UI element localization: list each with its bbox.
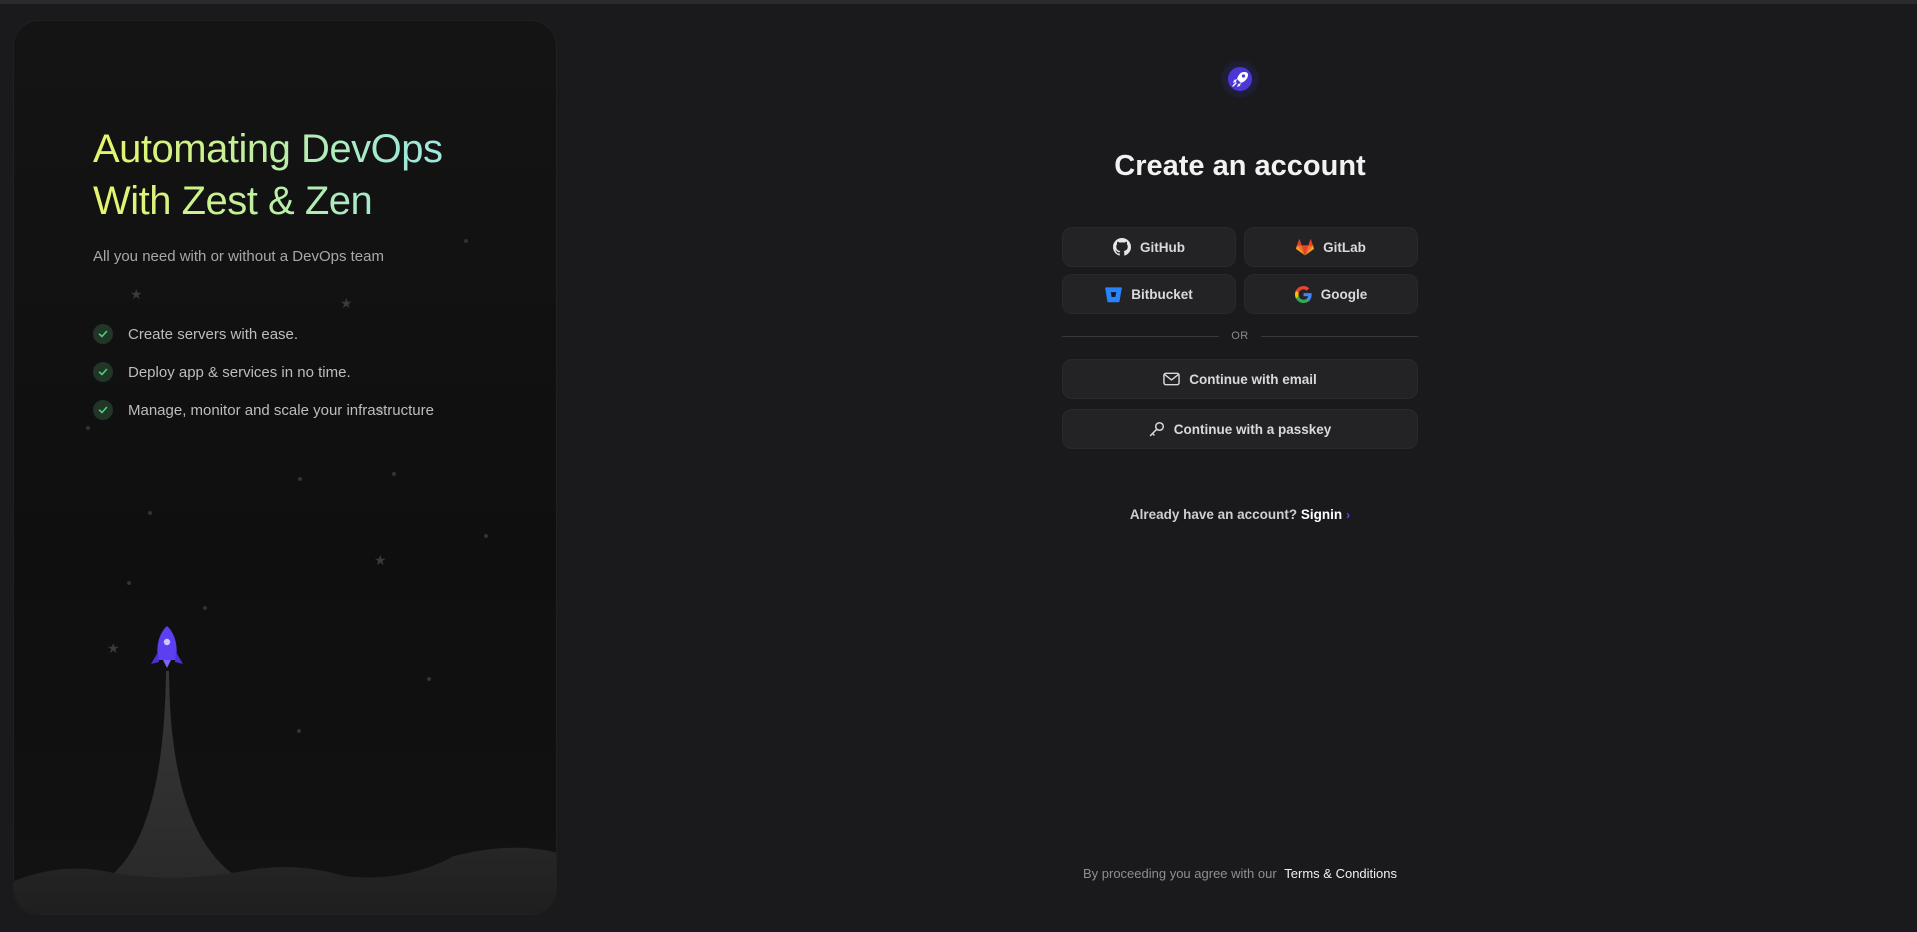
gitlab-icon (1296, 238, 1315, 255)
divider-line (1260, 335, 1418, 337)
hero-title-line-2: With Zest & Zen (93, 179, 373, 223)
rocket-icon (151, 626, 183, 668)
passkey-label: Continue with a passkey (1173, 421, 1332, 437)
hero-panel: ★ ★ ★ ★ ★ Automating DevOps With Zest & … (13, 20, 557, 915)
key-icon (1149, 421, 1164, 437)
gitlab-label: GitLab (1323, 239, 1366, 255)
check-icon (93, 400, 113, 420)
terms-notice: By proceeding you agree with our Terms &… (1032, 866, 1448, 881)
feature-text: Deploy app & services in no time. (128, 363, 351, 381)
feature-list: Create servers with ease. Deploy app & s… (93, 315, 434, 429)
page-title: Create an account (1114, 150, 1366, 182)
star-dot (392, 472, 396, 476)
star-dot (203, 606, 207, 610)
check-icon (93, 324, 113, 344)
terms-text: By proceeding you agree with our (1082, 866, 1277, 881)
continue-with-passkey-button[interactable]: Continue with a passkey (1062, 409, 1418, 449)
or-divider: OR (1062, 326, 1418, 346)
cloud-ground (14, 847, 556, 914)
rocket-logo-icon (1228, 67, 1252, 91)
github-label: GitHub (1140, 239, 1185, 255)
chevron-right-icon: › (1346, 508, 1351, 522)
star-icon: ★ (130, 286, 143, 302)
feature-item: Deploy app & services in no time. (93, 353, 434, 391)
star-dot (464, 239, 468, 243)
mail-icon (1163, 372, 1180, 386)
bitbucket-label: Bitbucket (1131, 286, 1193, 302)
already-have-account-text: Already have an account? (1129, 507, 1298, 522)
window-top-border (0, 0, 1917, 4)
feature-text: Manage, monitor and scale your infrastru… (128, 401, 434, 419)
google-label: Google (1320, 286, 1368, 302)
signin-prompt: Already have an account? Signin › (1062, 507, 1418, 522)
star-dot (427, 677, 431, 681)
star-icon: ★ (374, 552, 387, 568)
rocket-trail (104, 671, 244, 881)
check-icon (93, 362, 113, 382)
terms-link[interactable]: Terms & Conditions (1284, 866, 1397, 881)
app-logo (1221, 60, 1259, 98)
email-label: Continue with email (1189, 371, 1317, 387)
signin-link[interactable]: Signin (1301, 507, 1342, 522)
hero-title-line-1: Automating DevOps (93, 127, 443, 171)
github-icon (1113, 238, 1131, 256)
feature-item: Manage, monitor and scale your infrastru… (93, 391, 434, 429)
feature-text: Create servers with ease. (128, 325, 299, 343)
star-dot (148, 511, 152, 515)
hero-title: Automating DevOps With Zest & Zen (93, 123, 513, 227)
star-icon: ★ (107, 640, 120, 656)
or-text: OR (1231, 330, 1249, 342)
feature-item: Create servers with ease. (93, 315, 434, 353)
bitbucket-icon (1105, 286, 1123, 302)
divider-line (1062, 335, 1220, 337)
google-icon (1294, 285, 1312, 303)
star-dot (86, 426, 90, 430)
auth-panel: Create an account GitHub GitLab Bitbucke… (1062, 0, 1418, 932)
star-dot (484, 534, 488, 538)
star-icon: ★ (340, 295, 353, 311)
star-dot (297, 729, 301, 733)
gitlab-button[interactable]: GitLab (1244, 227, 1418, 267)
bitbucket-button[interactable]: Bitbucket (1062, 274, 1236, 314)
star-dot (298, 477, 302, 481)
github-button[interactable]: GitHub (1062, 227, 1236, 267)
hero-subtitle: All you need with or without a DevOps te… (93, 248, 384, 265)
star-dot (127, 581, 131, 585)
continue-with-email-button[interactable]: Continue with email (1062, 359, 1418, 399)
google-button[interactable]: Google (1244, 274, 1418, 314)
